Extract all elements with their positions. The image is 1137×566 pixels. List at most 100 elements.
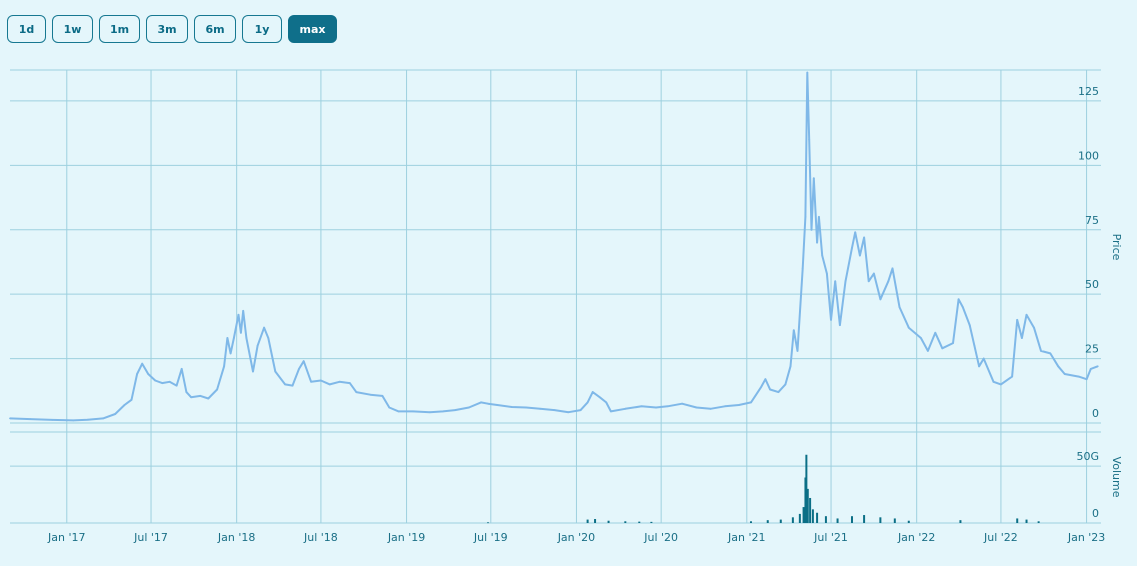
price-point	[147, 373, 150, 375]
price-point	[973, 344, 976, 347]
price-point	[154, 379, 157, 382]
price-tick-label: 100	[1078, 149, 1099, 162]
x-tick-label: Jan '19	[387, 531, 425, 544]
volume-bar	[816, 512, 819, 523]
price-point	[1011, 375, 1014, 378]
price-point	[567, 411, 570, 414]
x-tick-label: Jan '22	[897, 531, 935, 544]
price-point	[274, 370, 277, 373]
price-point	[941, 347, 944, 350]
volume-bar	[1037, 521, 1040, 523]
price-point	[810, 228, 813, 231]
price-point	[226, 337, 229, 339]
x-tick-label: Jan '21	[727, 531, 765, 544]
volume-bar	[766, 520, 769, 523]
price-point	[806, 71, 809, 74]
price-point	[72, 419, 75, 422]
price-point	[328, 383, 331, 386]
price-point	[9, 417, 11, 420]
price-point	[51, 419, 54, 421]
price-point	[1020, 337, 1023, 339]
price-point	[750, 401, 752, 404]
price-point	[681, 402, 684, 405]
price-point	[838, 324, 841, 326]
volume-axis-title: Volume	[1110, 457, 1123, 498]
price-point	[232, 337, 235, 339]
price-point	[1085, 378, 1088, 381]
x-tick-label: Jan '17	[47, 531, 85, 544]
price-point	[412, 410, 414, 413]
price-point	[1057, 365, 1060, 368]
price-point	[496, 404, 499, 406]
price-point	[978, 365, 980, 368]
price-point	[1049, 352, 1052, 355]
price-point	[804, 215, 807, 218]
price-point	[737, 404, 740, 406]
price-tick-label: 75	[1085, 214, 1099, 227]
price-point	[844, 280, 847, 283]
volume-bar	[650, 521, 653, 523]
price-point	[907, 326, 910, 329]
volume-bar	[879, 517, 882, 523]
price-tick-label: 0	[1092, 407, 1099, 420]
price-point	[29, 418, 32, 421]
price-point	[199, 395, 202, 397]
price-point	[355, 391, 358, 393]
price-point	[525, 406, 528, 409]
price-point	[695, 406, 698, 409]
price-point	[338, 380, 341, 383]
price-point	[216, 388, 219, 391]
price-volume-chart[interactable]: 0 25 50 75 100 125 0 50G Jan '17 Jul '17 Jan '18 Ju…	[0, 0, 1137, 566]
price-point	[1000, 383, 1002, 386]
price-series	[9, 71, 1099, 422]
price-point	[808, 138, 811, 141]
price-point	[130, 398, 133, 401]
price-point	[86, 418, 89, 421]
price-point	[553, 409, 556, 412]
price-point	[381, 395, 384, 397]
x-tick-label: Jan '20	[557, 531, 595, 544]
price-point	[245, 337, 248, 339]
price-point	[640, 405, 643, 408]
price-point	[598, 396, 601, 399]
price-point	[348, 382, 351, 384]
price-point	[298, 367, 300, 370]
price-point	[180, 367, 183, 370]
price-point	[102, 417, 104, 420]
volume-bar	[1016, 518, 1019, 523]
price-line	[9, 71, 1099, 422]
price-point	[952, 342, 954, 345]
price-point	[624, 407, 627, 410]
price-point	[310, 380, 313, 383]
price-point	[784, 383, 787, 386]
price-point	[769, 388, 771, 391]
price-point	[821, 254, 824, 257]
price-point	[284, 383, 286, 386]
price-point	[468, 406, 470, 409]
price-point	[879, 298, 882, 301]
price-point	[898, 306, 901, 308]
price-point	[609, 410, 612, 413]
price-tick-label: 25	[1085, 343, 1099, 356]
price-point	[867, 280, 870, 283]
volume-bar	[959, 520, 962, 523]
price-point	[919, 337, 922, 339]
price-point	[789, 365, 792, 368]
price-point	[957, 298, 960, 301]
price-point	[709, 407, 712, 410]
price-point	[185, 391, 188, 393]
price-point	[320, 379, 322, 382]
price-point	[586, 401, 589, 404]
price-point	[872, 272, 875, 275]
volume-bar	[1025, 519, 1028, 523]
volume-bar	[791, 517, 794, 523]
price-point	[830, 319, 832, 321]
volume-bar	[487, 522, 490, 524]
price-point	[168, 380, 171, 383]
price-axis-title: Price	[1110, 234, 1123, 261]
price-point	[1025, 313, 1028, 316]
price-point	[887, 280, 890, 283]
volume-bar	[907, 520, 910, 523]
x-tick-label: Jul '20	[643, 531, 678, 544]
price-point	[801, 267, 804, 270]
